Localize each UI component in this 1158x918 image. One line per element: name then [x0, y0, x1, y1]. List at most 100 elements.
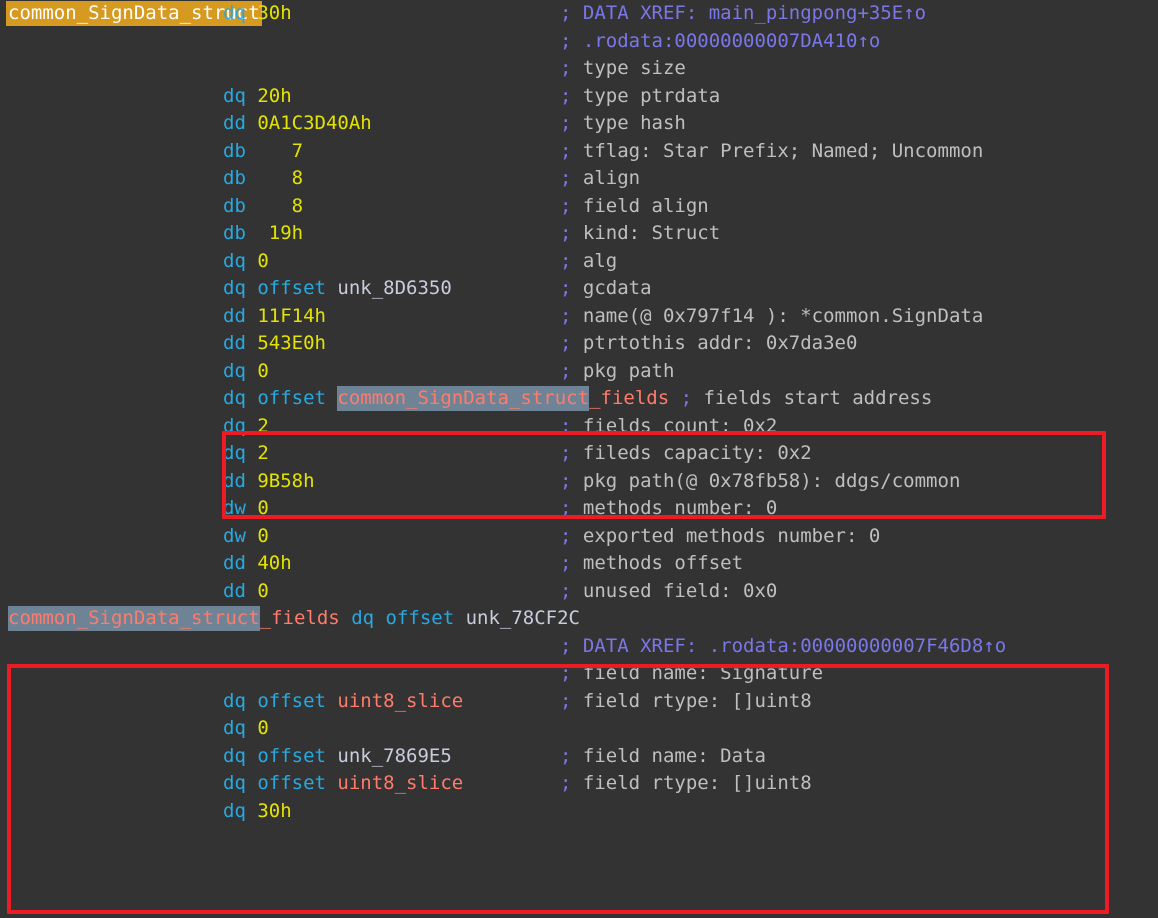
line-comment-column[interactable]: ; field rtype: []uint8	[560, 688, 812, 716]
disassembly-line[interactable]: dq offset uint8_slice ; field rtype: []ui…	[0, 770, 1158, 798]
line-instruction-column[interactable]: dd 40h	[223, 550, 292, 578]
line-comment-column[interactable]: ; alg	[560, 248, 617, 276]
line-instruction-column[interactable]: dq 0	[223, 715, 269, 743]
line-label-column[interactable]: common_SignData_struct	[6, 0, 262, 28]
line-instruction-column[interactable]: dd 9B58h	[223, 468, 315, 496]
disassembly-line[interactable]: dq 30h	[0, 798, 1158, 826]
line-comment-column[interactable]: ; type size	[560, 55, 686, 83]
line-comment-column[interactable]: ; type ptrdata	[560, 83, 720, 111]
disassembly-line[interactable]: dd 0 ; unused field: 0x0	[0, 578, 1158, 606]
line-comment-column[interactable]: ; DATA XREF: .rodata:00000000007F46D8↑o	[560, 633, 1006, 661]
line-comment-column[interactable]: ; pkg path	[560, 358, 674, 386]
line-comment-column[interactable]: ; ptrtothis addr: 0x7da3e0	[560, 330, 857, 358]
text-token: field rtype: []uint8	[571, 689, 812, 712]
line-comment-column[interactable]: ; field rtype: []uint8	[560, 770, 812, 798]
disassembly-line[interactable]: ; DATA XREF: .rodata:00000000007F46D8↑o	[0, 633, 1158, 661]
line-instruction-column[interactable]: dq 30h	[223, 0, 292, 28]
disassembly-line[interactable]: db 19h ; kind: Struct	[0, 220, 1158, 248]
line-comment-column[interactable]: ; kind: Struct	[560, 220, 720, 248]
disassembly-line[interactable]: dq offset unk_8D6350 ; gcdata	[0, 275, 1158, 303]
mnemonic-token: dd	[223, 552, 246, 574]
line-instruction-column[interactable]: dq offset uint8_slice	[223, 770, 463, 798]
line-instruction-column[interactable]: dw 0	[223, 495, 269, 523]
disassembly-line[interactable]: dq offset unk_7869E5 ; field name: Data	[0, 743, 1158, 771]
disassembly-line[interactable]: dq 2 ; fields count: 0x2	[0, 413, 1158, 441]
line-instruction-column[interactable]: dq offset uint8_slice	[223, 688, 463, 716]
line-instruction-column[interactable]: db 7	[223, 138, 303, 166]
line-instruction-column[interactable]: dd 0	[223, 578, 269, 606]
line-instruction-column[interactable]: db 19h	[223, 220, 303, 248]
line-instruction-column[interactable]: dq 20h	[223, 83, 292, 111]
mnemonic-token: db	[223, 167, 246, 189]
line-instruction-column[interactable]: dq offset unk_7869E5	[223, 743, 452, 771]
disassembly-line[interactable]: common_SignData_struct dq 30h ; DATA XREF:…	[0, 0, 1158, 28]
line-instruction-column[interactable]: dq 0	[223, 248, 269, 276]
line-comment-column[interactable]: ; tflag: Star Prefix; Named; Uncommon	[560, 138, 983, 166]
line-comment-column[interactable]: ; name(@ 0x797f14 ): *common.SignData	[560, 303, 983, 331]
line-instruction-column[interactable]: dq offset unk_8D6350	[223, 275, 452, 303]
text-token: type hash	[571, 112, 686, 134]
disassembly-listing[interactable]: common_SignData_struct dq 30h; DATA XREF:…	[0, 0, 1158, 918]
line-instruction-column[interactable]: dq 0	[223, 358, 269, 386]
line-instruction-column[interactable]: dw 0	[223, 523, 269, 551]
line-comment-column[interactable]: ; DATA XREF: main_pingpong+35E↑o	[560, 0, 926, 28]
line-comment-column[interactable]: ; fileds capacity: 0x2	[560, 440, 812, 468]
comment-semicolon: ;	[560, 249, 572, 272]
line-comment-column[interactable]: ; methods offset	[560, 550, 743, 578]
number-token: 9B58h	[257, 469, 315, 492]
disassembly-line[interactable]: ; field name: Signature	[0, 660, 1158, 688]
disassembly-line[interactable]: db 8 ; field align	[0, 193, 1158, 221]
line-instruction-column[interactable]: dq 2	[223, 413, 269, 441]
line-comment-column[interactable]: ; type hash	[560, 110, 686, 138]
line-instruction-column[interactable]: dq 2	[223, 440, 269, 468]
disassembly-line[interactable]: ; .rodata:00000000007DA410↑o	[0, 28, 1158, 56]
disassembly-line[interactable]: dq 2 ; fileds capacity: 0x2	[0, 440, 1158, 468]
line-comment-column[interactable]: ; methods number: 0	[560, 495, 777, 523]
line-comment-column[interactable]: ; fields count: 0x2	[560, 413, 777, 441]
disassembly-line[interactable]: dq 0 ; pkg path	[0, 358, 1158, 386]
line-instruction-column[interactable]: dq 30h	[223, 798, 292, 826]
disassembly-line[interactable]: dw 0 ; methods number: 0	[0, 495, 1158, 523]
selection-highlight[interactable]: common_SignData_struct	[337, 386, 590, 411]
selection-highlight[interactable]: common_SignData_struct	[8, 606, 260, 631]
line-comment-column[interactable]: ; exported methods number: 0	[560, 523, 880, 551]
line-instruction-column[interactable]: dq offset common_SignData_struct_fields …	[223, 385, 932, 413]
comment-semicolon: ;	[560, 497, 572, 519]
line-instruction-column[interactable]: db 8	[223, 193, 303, 221]
disassembly-line[interactable]: dq 20h ; type ptrdata	[0, 83, 1158, 111]
disassembly-line[interactable]: dq 0 ; alg	[0, 248, 1158, 276]
comment-semicolon: ;	[560, 222, 572, 244]
disassembly-line[interactable]: dd 0A1C3D40Ah ; type hash	[0, 110, 1158, 138]
disassembly-line[interactable]: dd 11F14h ; name(@ 0x797f14 ): *common.Si…	[0, 303, 1158, 331]
line-comment-column[interactable]: ; .rodata:00000000007DA410↑o	[560, 28, 880, 56]
disassembly-line[interactable]: ; type size	[0, 55, 1158, 83]
line-comment-column[interactable]: ; gcdata	[560, 275, 652, 303]
line-comment-column[interactable]: ; unused field: 0x0	[560, 578, 777, 606]
disassembly-line[interactable]: db 8 ; align	[0, 165, 1158, 193]
disassembly-line[interactable]: dw 0 ; exported methods number: 0	[0, 523, 1158, 551]
line-instruction-column[interactable]: dd 543E0h	[223, 330, 326, 358]
line-instruction-column[interactable]: dd 11F14h	[223, 303, 326, 331]
disassembly-line[interactable]: dd 543E0h ; ptrtothis addr: 0x7da3e0	[0, 330, 1158, 358]
disassembly-line[interactable]: dq offset uint8_slice ; field rtype: []ui…	[0, 688, 1158, 716]
number-token: 0	[257, 497, 269, 519]
line-comment-column[interactable]: ; field name: Signature	[560, 660, 823, 688]
line-label-column[interactable]: common_SignData_struct_fields dq offset …	[8, 605, 580, 633]
disassembly-line[interactable]: dd 40h ; methods offset	[0, 550, 1158, 578]
line-comment-column[interactable]: ; field name: Data	[560, 743, 766, 771]
disassembly-line[interactable]: dq 0	[0, 715, 1158, 743]
mnemonic-token: dq offset	[223, 744, 326, 767]
line-instruction-column[interactable]: db 8	[223, 165, 303, 193]
line-comment-column[interactable]: ; align	[560, 165, 640, 193]
line-comment-column[interactable]: ; pkg path(@ 0x78fb58): ddgs/common	[560, 468, 960, 496]
line-comment-column[interactable]: ; field align	[560, 193, 709, 221]
disassembly-line[interactable]: db 7 ; tflag: Star Prefix; Named; Uncommo…	[0, 138, 1158, 166]
disassembly-line[interactable]: dd 9B58h ; pkg path(@ 0x78fb58): ddgs/com…	[0, 468, 1158, 496]
line-instruction-column[interactable]: dd 0A1C3D40Ah	[223, 110, 372, 138]
disassembly-line[interactable]: dq offset common_SignData_struct_fields …	[0, 385, 1158, 413]
disassembly-line[interactable]: common_SignData_struct_fields dq offset …	[0, 605, 1158, 633]
